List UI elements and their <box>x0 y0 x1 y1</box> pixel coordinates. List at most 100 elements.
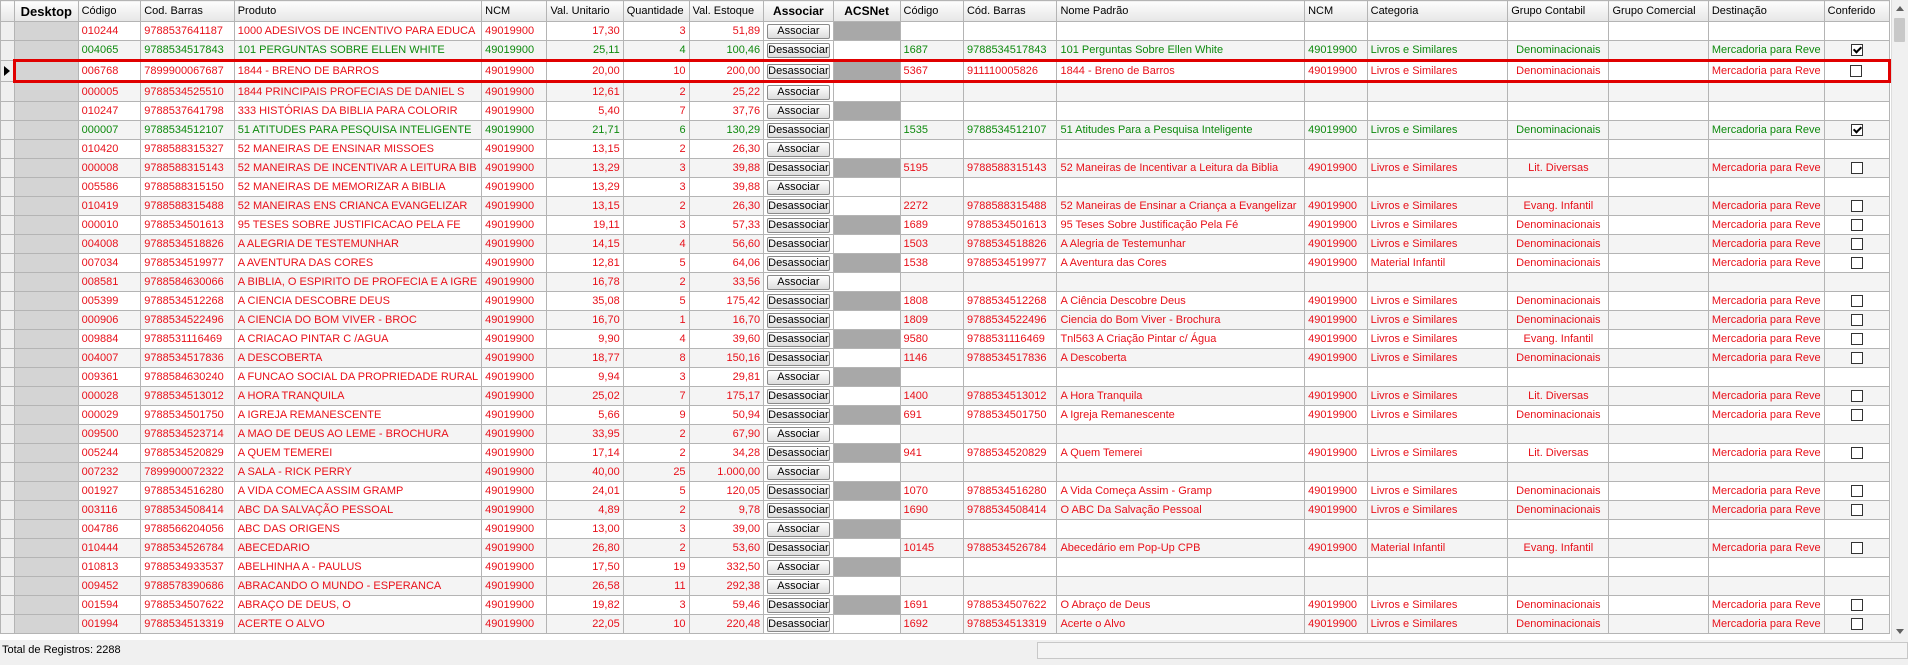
table-row[interactable]: 005586 9788588315150 52 MANEIRAS DE MEMORI… <box>0 177 1891 197</box>
row-indicator[interactable] <box>0 595 15 615</box>
cell-desktop[interactable] <box>14 424 79 444</box>
header-quantidade[interactable]: Quantidade <box>622 0 690 22</box>
cell-categoria[interactable]: Livros e Similares <box>1366 481 1509 501</box>
cell-acs-cod-barras[interactable]: 9788534513012 <box>962 386 1058 406</box>
cell-nome-padrao[interactable] <box>1056 139 1306 159</box>
cell-grupo-contabil[interactable]: Denominacionais <box>1507 310 1610 330</box>
cell-codigo[interactable]: 008581 <box>77 272 142 292</box>
cell-acs-ncm[interactable] <box>1304 576 1368 596</box>
row-indicator[interactable] <box>0 234 15 254</box>
cell-val-unitario[interactable]: 18,77 <box>546 348 624 368</box>
cell-grupo-contabil[interactable] <box>1507 101 1610 121</box>
row-indicator[interactable] <box>0 481 15 501</box>
cell-grupo-contabil[interactable]: Evang. Infantil <box>1507 196 1610 216</box>
header-acsnet[interactable]: ACSNet <box>832 0 901 22</box>
checkbox-icon[interactable] <box>1850 200 1863 213</box>
cell-ncm[interactable]: 49019900 <box>481 177 548 197</box>
cell-grupo-contabil[interactable]: Denominacionais <box>1507 348 1610 368</box>
table-row[interactable]: 005399 9788534512268 A CIENCIA DESCOBRE DE… <box>0 291 1891 311</box>
cell-grupo-comercial[interactable] <box>1608 215 1709 235</box>
row-indicator[interactable] <box>0 462 15 482</box>
table-row-selected[interactable]: 006768 7899900067687 1844 - BRENO DE BARRO… <box>0 59 1891 83</box>
cell-codigo[interactable]: 007232 <box>77 462 142 482</box>
cell-codigo[interactable]: 007034 <box>77 253 142 273</box>
cell-val-estoque[interactable]: 332,50 <box>688 557 765 577</box>
table-row[interactable]: 000906 9788534522496 A CIENCIA DO BOM VIVE… <box>0 310 1891 330</box>
cell-categoria[interactable] <box>1366 21 1509 41</box>
cell-produto[interactable]: A AVENTURA DAS CORES <box>233 253 483 273</box>
cell-grupo-comercial[interactable] <box>1608 196 1709 216</box>
cell-desktop[interactable] <box>13 59 79 83</box>
row-indicator[interactable] <box>0 291 15 311</box>
cell-categoria[interactable] <box>1366 462 1509 482</box>
row-indicator[interactable] <box>0 386 15 406</box>
cell-cod-barras[interactable]: 9788534507622 <box>140 595 235 615</box>
row-indicator[interactable] <box>0 101 15 121</box>
cell-cod-barras[interactable]: 9788534512107 <box>140 120 235 140</box>
cell-ncm[interactable]: 49019900 <box>481 367 548 387</box>
cell-codigo[interactable]: 010419 <box>77 196 142 216</box>
associar-button[interactable]: Associar <box>767 559 830 575</box>
cell-cod-barras[interactable]: 7899900067687 <box>140 59 235 83</box>
desassociar-button[interactable]: Desassociar <box>767 597 830 613</box>
cell-destinacao[interactable]: Mercadoria para Reve <box>1707 310 1825 330</box>
cell-cod-barras[interactable]: 9788534516280 <box>140 481 235 501</box>
cell-produto[interactable]: A CIENCIA DO BOM VIVER - BROC <box>233 310 483 330</box>
cell-categoria[interactable]: Material Infantil <box>1366 538 1509 558</box>
cell-val-estoque[interactable]: 120,05 <box>688 481 765 501</box>
cell-nome-padrao[interactable] <box>1056 424 1306 444</box>
cell-nome-padrao[interactable]: 52 Maneiras de Incentivar a Leitura da B… <box>1056 158 1306 178</box>
cell-acsnet[interactable] <box>832 519 901 539</box>
cell-desktop[interactable] <box>14 253 79 273</box>
cell-val-estoque[interactable]: 56,60 <box>688 234 765 254</box>
cell-destinacao[interactable]: Mercadoria para Reve <box>1707 386 1825 406</box>
cell-desktop[interactable] <box>14 81 79 102</box>
cell-acs-cod-barras[interactable] <box>962 101 1058 121</box>
cell-val-unitario[interactable]: 5,66 <box>546 405 624 425</box>
table-row[interactable]: 000005 9788534525510 1844 PRINCIPAIS PROFE… <box>0 81 1891 102</box>
cell-cod-barras[interactable]: 9788534519977 <box>140 253 235 273</box>
cell-categoria[interactable]: Livros e Similares <box>1366 215 1509 235</box>
cell-desktop[interactable] <box>14 177 79 197</box>
cell-produto[interactable]: A FUNCAO SOCIAL DA PROPRIEDADE RURAL <box>233 367 483 387</box>
cell-acs-codigo[interactable]: 5367 <box>899 59 964 83</box>
cell-cod-barras[interactable]: 9788534513319 <box>140 614 235 634</box>
associar-button[interactable]: Associar <box>767 179 830 195</box>
header-acs-cod-barras[interactable]: Cód. Barras <box>962 0 1058 22</box>
desassociar-button[interactable]: Desassociar <box>767 445 830 461</box>
cell-grupo-comercial[interactable] <box>1608 367 1709 387</box>
cell-val-estoque[interactable]: 175,42 <box>688 291 765 311</box>
cell-acs-ncm[interactable] <box>1304 177 1368 197</box>
desassociar-button[interactable]: Desassociar <box>767 407 830 423</box>
table-row[interactable]: 000029 9788534501750 A IGREJA REMANESCENTE… <box>0 405 1891 425</box>
table-row[interactable]: 010813 9788534933537 ABELHINHA A - PAULUS 4… <box>0 557 1891 577</box>
table-row[interactable]: 000008 9788588315143 52 MANEIRAS DE INCENT… <box>0 158 1891 178</box>
cell-acs-codigo[interactable]: 1690 <box>899 500 964 520</box>
row-indicator[interactable] <box>0 21 15 41</box>
cell-nome-padrao[interactable]: 52 Maneiras de Ensinar a Criança a Evang… <box>1056 196 1306 216</box>
desassociar-button[interactable]: Desassociar <box>767 616 830 632</box>
cell-acsnet[interactable] <box>832 405 901 425</box>
cell-grupo-comercial[interactable] <box>1608 272 1709 292</box>
cell-grupo-comercial[interactable] <box>1608 81 1709 102</box>
cell-categoria[interactable] <box>1366 557 1509 577</box>
cell-acs-ncm[interactable]: 49019900 <box>1304 405 1368 425</box>
desassociar-button[interactable]: Desassociar <box>767 236 830 252</box>
cell-val-estoque[interactable]: 150,16 <box>688 348 765 368</box>
cell-acs-ncm[interactable]: 49019900 <box>1304 481 1368 501</box>
cell-grupo-contabil[interactable] <box>1507 576 1610 596</box>
cell-acs-codigo[interactable] <box>899 557 964 577</box>
cell-acs-codigo[interactable]: 5195 <box>899 158 964 178</box>
cell-grupo-contabil[interactable]: Denominacionais <box>1507 614 1610 634</box>
cell-cod-barras[interactable]: 9788588315150 <box>140 177 235 197</box>
cell-acs-cod-barras[interactable]: 9788534512268 <box>962 291 1058 311</box>
cell-grupo-comercial[interactable] <box>1608 40 1709 61</box>
cell-destinacao[interactable]: Mercadoria para Reve <box>1707 253 1825 273</box>
cell-acs-cod-barras[interactable]: 911110005826 <box>962 59 1058 83</box>
cell-val-estoque[interactable]: 220,48 <box>688 614 765 634</box>
table-row[interactable]: 009452 9788578390686 ABRACANDO O MUNDO - E… <box>0 576 1891 596</box>
cell-destinacao[interactable]: Mercadoria para Reve <box>1707 329 1825 349</box>
cell-quantidade[interactable]: 2 <box>622 424 690 444</box>
row-indicator[interactable] <box>0 500 15 520</box>
cell-val-unitario[interactable]: 16,70 <box>546 310 624 330</box>
